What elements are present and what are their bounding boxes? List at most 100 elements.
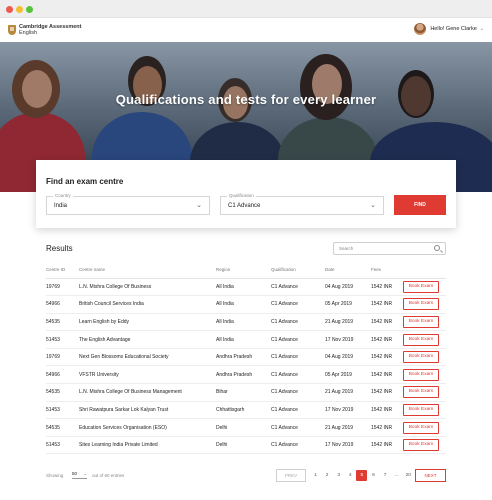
book-exam-button[interactable]: Book Exam bbox=[403, 403, 439, 416]
fees: 1542 INR bbox=[371, 365, 403, 385]
centre-name: Sites Learning India Private Limited bbox=[79, 436, 216, 455]
column-header[interactable]: Centre ID bbox=[46, 261, 79, 279]
date: 17 Nov 2019 bbox=[325, 436, 371, 455]
fees: 1542 INR bbox=[371, 348, 403, 367]
showing-label: Showing bbox=[46, 473, 64, 478]
cambridge-logo[interactable]: Cambridge Assessment English bbox=[8, 24, 81, 36]
per-page-select[interactable]: 50 ⌄ bbox=[72, 471, 87, 479]
centre-name: British Council Services India bbox=[79, 295, 216, 314]
qualification-select[interactable]: Qualification C1 Advance ⌄ bbox=[220, 193, 384, 215]
minimize-window-icon[interactable] bbox=[16, 6, 23, 13]
table-row: 54966 VFSTR University Andhra Pradesh C1… bbox=[46, 365, 446, 385]
book-cell: Book Exam bbox=[403, 383, 446, 402]
prev-button[interactable]: PREV bbox=[276, 469, 306, 482]
page-20[interactable]: 20 bbox=[403, 470, 414, 481]
page-2[interactable]: 2 bbox=[322, 470, 333, 481]
table-row: 54966 British Council Services India All… bbox=[46, 295, 446, 314]
qualification: C1 Advance bbox=[271, 278, 325, 297]
chevron-down-icon[interactable]: ⌄ bbox=[480, 26, 484, 32]
book-exam-button[interactable]: Book Exam bbox=[403, 298, 439, 311]
book-exam-button[interactable]: Book Exam bbox=[403, 333, 439, 346]
column-header[interactable]: Qualification bbox=[271, 261, 325, 279]
fees: 1542 INR bbox=[371, 436, 403, 455]
search-icon[interactable] bbox=[434, 245, 440, 251]
logo-line-2: English bbox=[19, 30, 38, 36]
region: Delhi bbox=[216, 418, 271, 437]
per-page-value: 50 bbox=[72, 471, 78, 476]
results-table: Centre ID Centre name Region Qualificati… bbox=[46, 261, 446, 455]
window-titlebar bbox=[0, 0, 492, 18]
total-entries: out of 60 entries bbox=[92, 473, 125, 478]
column-header bbox=[403, 261, 446, 279]
table-row: 54535 Education Services Organisation (E… bbox=[46, 418, 446, 437]
maximize-window-icon[interactable] bbox=[26, 6, 33, 13]
centre-id: 54535 bbox=[46, 313, 79, 332]
column-header[interactable]: Centre name bbox=[79, 261, 216, 279]
centre-name: Shri Rawatpura Sarkar Lok Kalyan Trust bbox=[79, 401, 216, 420]
book-exam-button[interactable]: Book Exam bbox=[403, 439, 439, 452]
book-cell: Book Exam bbox=[403, 295, 446, 314]
centre-id: 54535 bbox=[46, 383, 79, 402]
table-row: 51453 The English Advantage All India C1… bbox=[46, 330, 446, 349]
book-exam-button[interactable]: Book Exam bbox=[403, 421, 439, 434]
region: Chhattisgarh bbox=[216, 401, 271, 420]
page-3[interactable]: 3 bbox=[333, 470, 344, 481]
centre-name: VFSTR University bbox=[79, 365, 216, 385]
qualification: C1 Advance bbox=[271, 401, 325, 420]
date: 04 Aug 2019 bbox=[325, 348, 371, 367]
avatar[interactable] bbox=[414, 23, 427, 35]
results-title: Results bbox=[46, 244, 73, 253]
qualification-value: C1 Advance bbox=[228, 203, 261, 209]
table-row: 54535 L.N. Mishra College Of Business Ma… bbox=[46, 383, 446, 402]
date: 05 Apr 2019 bbox=[325, 295, 371, 314]
book-cell: Book Exam bbox=[403, 436, 446, 455]
book-exam-button[interactable]: Book Exam bbox=[403, 280, 439, 293]
centre-id: 54966 bbox=[46, 365, 79, 385]
page-4[interactable]: 4 bbox=[345, 470, 356, 481]
column-header[interactable]: Date bbox=[325, 261, 371, 279]
user-menu[interactable]: Hello! Gene Clarke ⌄ bbox=[414, 23, 484, 35]
find-title: Find an exam centre bbox=[46, 177, 124, 186]
centre-name: Learn English by Eddy bbox=[79, 313, 216, 332]
page-1[interactable]: 1 bbox=[310, 470, 321, 481]
region: Delhi bbox=[216, 436, 271, 455]
qualification: C1 Advance bbox=[271, 383, 325, 402]
qualification: C1 Advance bbox=[271, 313, 325, 332]
close-window-icon[interactable] bbox=[6, 6, 13, 13]
qualification: C1 Advance bbox=[271, 365, 325, 385]
qualification: C1 Advance bbox=[271, 330, 325, 349]
table-row: 19769 Next Gen Blossoms Educational Soci… bbox=[46, 348, 446, 367]
book-exam-button[interactable]: Book Exam bbox=[403, 351, 439, 364]
book-cell: Book Exam bbox=[403, 418, 446, 437]
page-5-active[interactable]: 5 bbox=[356, 470, 368, 481]
country-select[interactable]: Country India ⌄ bbox=[46, 193, 210, 215]
fees: 1542 INR bbox=[371, 313, 403, 332]
qualification: C1 Advance bbox=[271, 418, 325, 437]
region: All India bbox=[216, 295, 271, 314]
book-exam-button[interactable]: Book Exam bbox=[403, 315, 439, 328]
next-button[interactable]: NEXT bbox=[415, 469, 446, 482]
date: 21 Aug 2019 bbox=[325, 418, 371, 437]
search-input[interactable]: Search bbox=[333, 242, 446, 255]
centre-id: 54966 bbox=[46, 295, 79, 314]
page-7[interactable]: 7 bbox=[380, 470, 391, 481]
book-exam-button[interactable]: Book Exam bbox=[403, 386, 439, 399]
column-header[interactable]: Region bbox=[216, 261, 271, 279]
centre-id: 51453 bbox=[46, 330, 79, 349]
column-header[interactable]: Fees bbox=[371, 261, 403, 279]
table-row: 51453 Shri Rawatpura Sarkar Lok Kalyan T… bbox=[46, 401, 446, 420]
region: All India bbox=[216, 330, 271, 349]
table-row: 19769 L.N. Mishra College Of Business Al… bbox=[46, 278, 446, 297]
page-ellipsis: ... bbox=[394, 473, 399, 478]
date: 21 Aug 2019 bbox=[325, 383, 371, 402]
centre-name: Education Services Organisation (ESO) bbox=[79, 418, 216, 437]
fees: 1542 INR bbox=[371, 418, 403, 437]
find-button[interactable]: FIND bbox=[394, 195, 446, 215]
country-value: India bbox=[54, 203, 68, 209]
search-placeholder: Search bbox=[339, 246, 354, 251]
page-list: 1 2 3 4 5 6 7 ... 20 bbox=[310, 470, 414, 481]
book-exam-button[interactable]: Book Exam bbox=[403, 368, 439, 381]
user-greeting: Hello! Gene Clarke bbox=[430, 26, 477, 32]
page-6[interactable]: 6 bbox=[368, 470, 379, 481]
date: 21 Aug 2019 bbox=[325, 313, 371, 332]
